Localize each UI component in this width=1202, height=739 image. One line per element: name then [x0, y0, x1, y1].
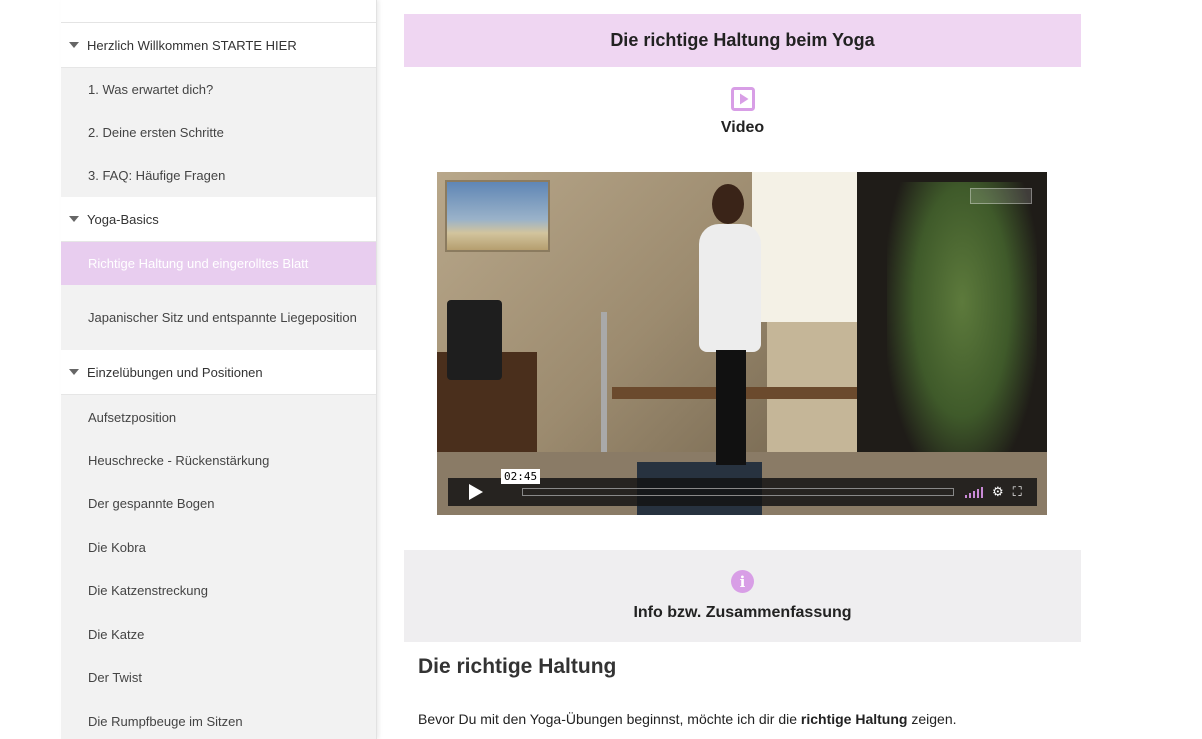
- lesson-item[interactable]: Die Kobra: [61, 525, 376, 569]
- video-frame-person-top: [699, 224, 761, 352]
- volume-control[interactable]: [965, 486, 983, 498]
- lesson-item[interactable]: Die Katze: [61, 612, 376, 656]
- video-frame-person-head: [712, 184, 744, 224]
- lesson-item[interactable]: 1. Was erwartet dich?: [61, 68, 376, 111]
- lesson-item[interactable]: Die Katzenstreckung: [61, 569, 376, 612]
- section-welcome[interactable]: Herzlich Willkommen STARTE HIER: [61, 23, 376, 68]
- course-sidebar: Herzlich Willkommen STARTE HIER 1. Was e…: [61, 0, 377, 739]
- volume-bar: [973, 491, 975, 498]
- video-player[interactable]: 02:45 ⚙ ⛶: [437, 172, 1047, 515]
- lesson-content: Die richtige Haltung beim Yoga Video 02:…: [404, 14, 1081, 727]
- lesson-item[interactable]: Die Rumpfbeuge im Sitzen: [61, 699, 376, 739]
- section-title: Yoga-Basics: [87, 211, 159, 227]
- video-label: Video: [720, 119, 765, 136]
- video-frame-chair: [447, 300, 502, 380]
- play-button[interactable]: [448, 478, 504, 506]
- video-frame-picture: [445, 180, 550, 252]
- lesson-item[interactable]: Aufsetzposition: [61, 395, 376, 439]
- sidebar-top-spacer: [61, 0, 376, 23]
- content-paragraph: Bevor Du mit den Yoga-Übungen beginnst, …: [418, 711, 957, 727]
- video-timestamp: 02:45: [501, 469, 541, 484]
- lesson-item[interactable]: Der gespannte Bogen: [61, 482, 376, 525]
- volume-bar: [969, 493, 971, 498]
- caret-down-icon: [69, 42, 79, 48]
- caret-down-icon: [69, 216, 79, 222]
- lesson-item[interactable]: Heuschrecke - Rückenstärkung: [61, 439, 376, 482]
- gear-icon[interactable]: ⚙: [992, 484, 1004, 500]
- lesson-item-active[interactable]: Richtige Haltung und eingerolltes Blatt: [61, 242, 376, 285]
- video-block-header: Video: [404, 67, 1081, 172]
- volume-bar: [977, 489, 979, 498]
- video-progress-bar[interactable]: 02:45: [501, 469, 954, 496]
- lesson-item[interactable]: 2. Deine ersten Schritte: [61, 111, 376, 154]
- info-icon: i: [731, 570, 754, 593]
- info-label: Info bzw. Zusammenfassung: [633, 604, 852, 621]
- video-play-icon: [730, 87, 755, 111]
- play-icon: [469, 484, 483, 500]
- volume-bar: [981, 487, 983, 498]
- fullscreen-icon[interactable]: ⛶: [1013, 484, 1022, 500]
- section-yoga-basics[interactable]: Yoga-Basics: [61, 197, 376, 242]
- caret-down-icon: [69, 369, 79, 375]
- lesson-title: Die richtige Haltung beim Yoga: [404, 14, 1081, 67]
- video-controls: 02:45 ⚙ ⛶: [448, 469, 1037, 506]
- video-frame-person-legs: [716, 350, 746, 465]
- lesson-item[interactable]: 3. FAQ: Häufige Fragen: [61, 154, 376, 197]
- content-heading: Die richtige Haltung: [418, 655, 617, 678]
- section-einzeluebungen[interactable]: Einzelübungen und Positionen: [61, 350, 376, 395]
- volume-bar: [965, 495, 967, 498]
- video-frame-plant: [887, 182, 1037, 482]
- video-frame-lamp: [601, 312, 607, 452]
- lesson-item[interactable]: Der Twist: [61, 656, 376, 699]
- info-block: i Info bzw. Zusammenfassung: [404, 550, 1081, 642]
- section-title: Herzlich Willkommen STARTE HIER: [87, 37, 297, 53]
- section-title: Einzelübungen und Positionen: [87, 364, 263, 380]
- lesson-item[interactable]: Japanischer Sitz und entspannte Liegepos…: [61, 285, 376, 350]
- video-frame-window: [752, 172, 857, 322]
- video-watermark: [970, 188, 1032, 204]
